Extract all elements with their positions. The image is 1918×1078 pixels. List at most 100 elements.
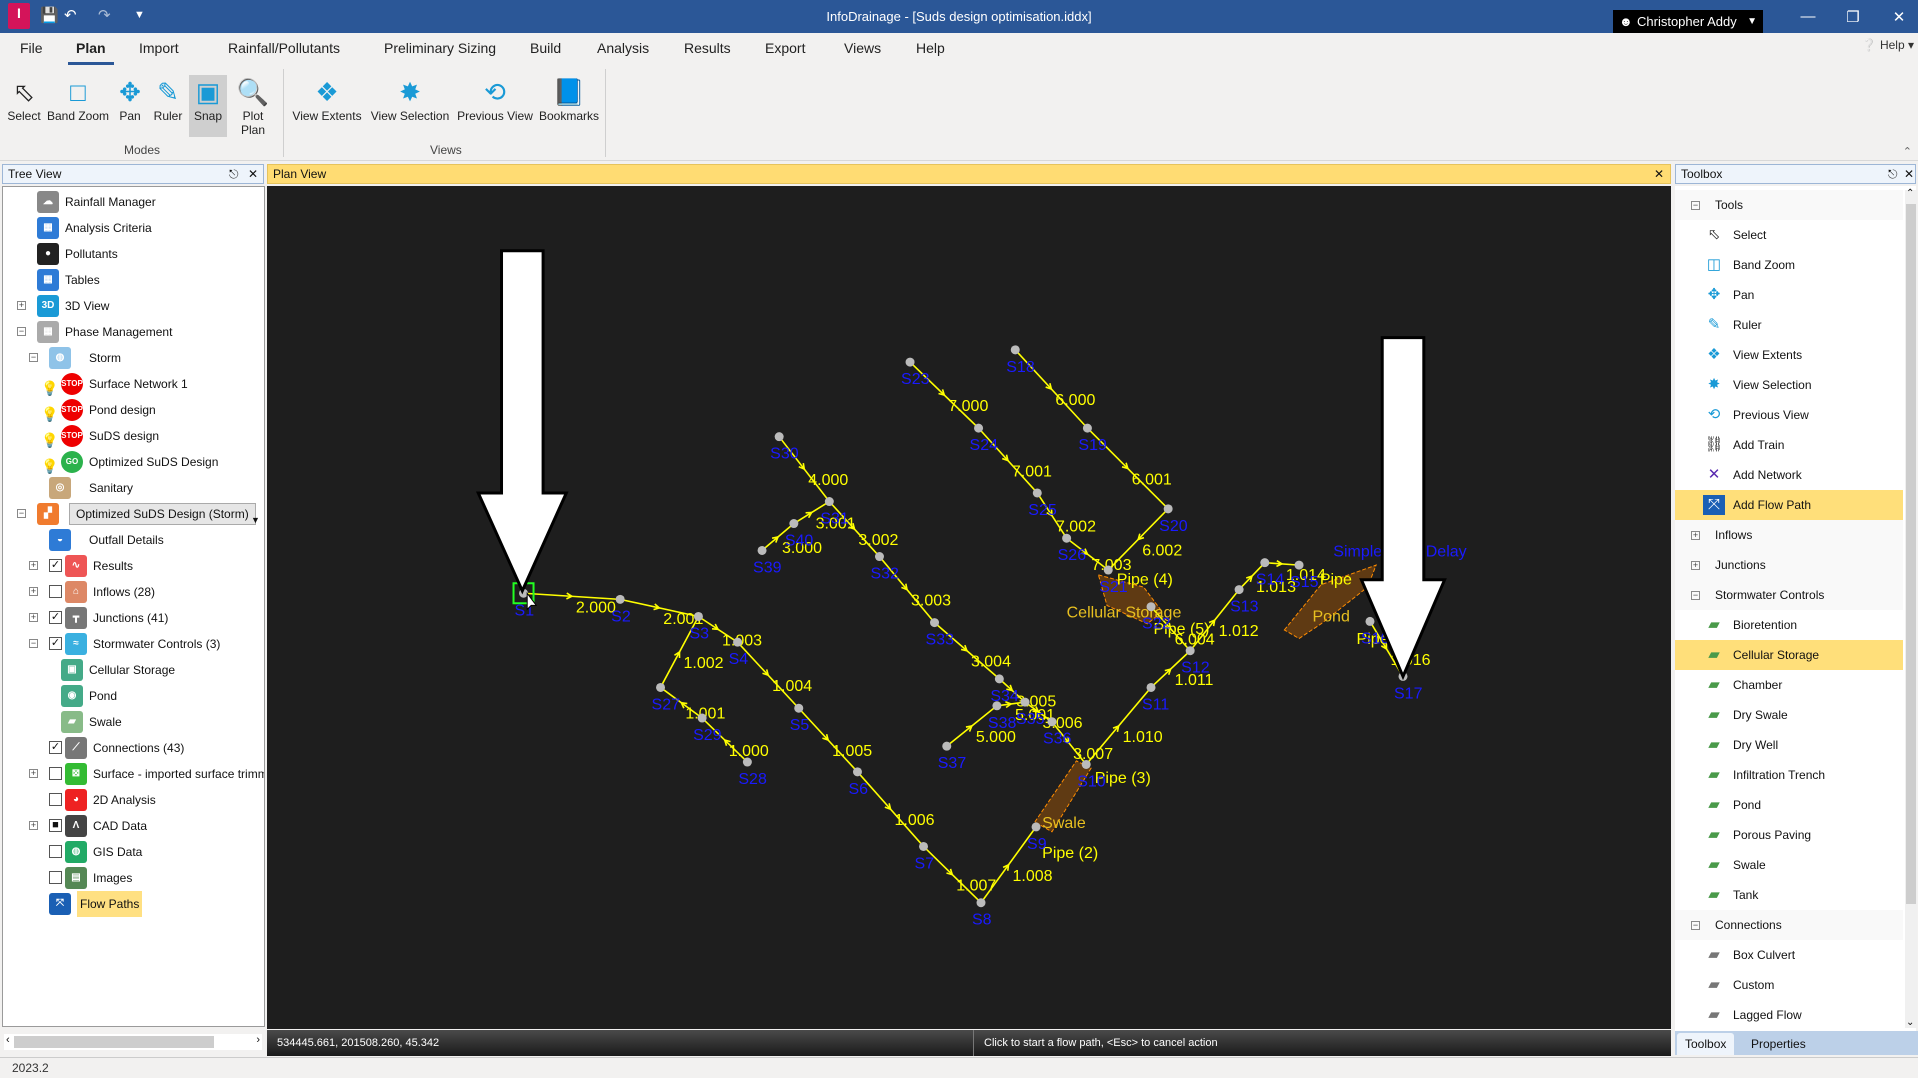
collapse-icon[interactable]: − xyxy=(1691,921,1700,930)
menu-rainfall-pollutants[interactable]: Rainfall/Pollutants xyxy=(228,40,340,56)
tree-item-flow-paths[interactable]: ⤧ Flow Paths xyxy=(3,891,263,917)
junction-S14[interactable] xyxy=(1260,558,1270,568)
minimize-button[interactable]: — xyxy=(1793,8,1823,25)
junction-S4[interactable] xyxy=(733,637,743,647)
toolbox-item-dry-well[interactable]: ▰ Dry Well xyxy=(1675,730,1903,760)
junction-S27[interactable] xyxy=(656,682,666,692)
collapse-icon[interactable]: − xyxy=(17,327,26,336)
junction-S26[interactable] xyxy=(1062,533,1072,543)
toolbox-section-connections[interactable]: − Connections xyxy=(1675,910,1903,940)
tree-item-pond[interactable]: ◉ Pond xyxy=(3,683,263,709)
tree-item-results[interactable]: + ✓ ∿ Results xyxy=(3,553,263,579)
menu-import[interactable]: Import xyxy=(139,40,179,56)
toolbox-item-porous-paving[interactable]: ▰ Porous Paving xyxy=(1675,820,1903,850)
tree-horizontal-scrollbar[interactable]: ‹ › xyxy=(4,1034,262,1050)
junction-S22[interactable] xyxy=(1146,602,1156,612)
toolbox-item-chamber[interactable]: ▰ Chamber xyxy=(1675,670,1903,700)
toolbox-section-stormwater-controls[interactable]: − Stormwater Controls xyxy=(1675,580,1903,610)
tree-item-sanitary[interactable]: ◎ Sanitary xyxy=(3,475,263,501)
toolbox-item-infiltration-trench[interactable]: ▰ Infiltration Trench xyxy=(1675,760,1903,790)
tree-item-optimized-suds-design[interactable]: 💡 GO Optimized SuDS Design xyxy=(3,449,263,475)
junction-S31[interactable] xyxy=(824,497,834,507)
tree-item-pond-design[interactable]: 💡 STOP Pond design xyxy=(3,397,263,423)
junction-S12[interactable] xyxy=(1185,646,1195,656)
junction-S23[interactable] xyxy=(905,357,915,367)
menu-analysis[interactable]: Analysis xyxy=(597,40,649,56)
junction-S11[interactable] xyxy=(1146,682,1156,692)
toolbox-item-bioretention[interactable]: ▰ Bioretention xyxy=(1675,610,1903,640)
junction-S33[interactable] xyxy=(930,618,940,628)
tree-item-swale[interactable]: ▰ Swale xyxy=(3,709,263,735)
scroll-left-icon[interactable]: ‹ xyxy=(6,1034,10,1046)
menu-build[interactable]: Build xyxy=(530,40,561,56)
tree-item-analysis-criteria[interactable]: ▦ Analysis Criteria xyxy=(3,215,263,241)
toolbox-item-view-extents[interactable]: ❖ View Extents xyxy=(1675,340,1903,370)
bookmarks-button[interactable]: 📘 Bookmarks xyxy=(538,75,600,137)
junction-S16[interactable] xyxy=(1365,616,1375,626)
visibility-checkbox[interactable]: ✓ xyxy=(49,637,62,650)
expand-icon[interactable]: + xyxy=(29,613,38,622)
tree-item-tables[interactable]: ▦ Tables xyxy=(3,267,263,293)
scrollbar-thumb[interactable] xyxy=(14,1036,214,1048)
tree-item-phase-management[interactable]: − ▦ Phase Management xyxy=(3,319,263,345)
visibility-checkbox[interactable]: ✓ xyxy=(49,741,62,754)
visibility-checkbox[interactable] xyxy=(49,793,62,806)
visibility-checkbox[interactable]: ✓ xyxy=(49,611,62,624)
band-zoom-button[interactable]: □ Band Zoom xyxy=(46,75,110,137)
junction-S30[interactable] xyxy=(774,432,784,442)
tree-item-stormwater-controls-3[interactable]: − ✓ ≈ Stormwater Controls (3) xyxy=(3,631,263,657)
toolbox-item-band-zoom[interactable]: ◫ Band Zoom xyxy=(1675,250,1903,280)
menu-preliminary-sizing[interactable]: Preliminary Sizing xyxy=(384,40,496,56)
junction-S7[interactable] xyxy=(919,841,929,851)
expand-icon[interactable]: + xyxy=(17,301,26,310)
junction-S10[interactable] xyxy=(1081,760,1091,769)
junction-S9[interactable] xyxy=(1031,822,1041,832)
toolbox-section-junctions[interactable]: + Junctions xyxy=(1675,550,1903,580)
toolbox-section-inflows[interactable]: + Inflows xyxy=(1675,520,1903,550)
toolbox-item-add-train[interactable]: ⛓ Add Train xyxy=(1675,430,1903,460)
plot-plan-button[interactable]: 🔍 Plot Plan xyxy=(229,75,277,137)
tree-item-optimized-suds-design-storm[interactable]: − ▞ Optimized SuDS Design (Storm) ▼ xyxy=(3,501,263,527)
visibility-checkbox[interactable]: ■ xyxy=(49,819,62,832)
toolbox-vertical-scrollbar[interactable]: ⌃ ⌄ xyxy=(1905,188,1917,1028)
restore-button[interactable]: ❐ xyxy=(1838,8,1868,26)
tree-item-inflows-28[interactable]: + ⌂ Inflows (28) xyxy=(3,579,263,605)
collapse-icon[interactable]: − xyxy=(1691,201,1700,210)
expand-icon[interactable]: + xyxy=(29,587,38,596)
menu-file[interactable]: File xyxy=(20,40,43,56)
tree-item-junctions-41[interactable]: + ✓ ┳ Junctions (41) xyxy=(3,605,263,631)
junction-S39[interactable] xyxy=(757,545,767,555)
toolbox-item-cellular-storage[interactable]: ▰ Cellular Storage xyxy=(1675,640,1903,670)
tree-item-2d-analysis[interactable]: ◕ 2D Analysis xyxy=(3,787,263,813)
view-extents-button[interactable]: ❖ View Extents xyxy=(289,75,365,137)
tree-item-rainfall-manager[interactable]: ☁ Rainfall Manager xyxy=(3,189,263,215)
junction-S2[interactable] xyxy=(615,594,625,604)
tree-item-images[interactable]: ▤ Images xyxy=(3,865,263,891)
pin-icon[interactable]: ⎋ xyxy=(229,165,239,183)
junction-S18[interactable] xyxy=(1010,345,1020,355)
network-drawing[interactable]: 2.0002.0011.0031.0041.0051.0061.0071.008… xyxy=(267,186,1671,1029)
junction-S35[interactable] xyxy=(1020,697,1030,707)
visibility-checkbox[interactable] xyxy=(49,767,62,780)
junction-S32[interactable] xyxy=(874,552,884,562)
tab-toolbox[interactable]: Toolbox xyxy=(1677,1033,1735,1055)
menu-help[interactable]: Help xyxy=(916,40,945,56)
junction-S25[interactable] xyxy=(1032,488,1042,498)
junction-S5[interactable] xyxy=(794,703,804,713)
tree-item-surface-imported-surface-trimmed[interactable]: + ⊠ Surface - imported surface trimmed xyxy=(3,761,264,787)
junction-S37[interactable] xyxy=(942,741,952,751)
tab-properties[interactable]: Properties xyxy=(1743,1033,1814,1055)
visibility-checkbox[interactable]: ✓ xyxy=(49,559,62,572)
toolbox-item-lagged-flow[interactable]: ▰ Lagged Flow xyxy=(1675,1000,1903,1030)
tree-item-suds-design[interactable]: 💡 STOP SuDS design xyxy=(3,423,263,449)
snap-button[interactable]: ▣ Snap xyxy=(189,75,227,137)
expand-icon[interactable]: + xyxy=(1691,531,1700,540)
expand-icon[interactable]: + xyxy=(29,561,38,570)
toolbox-item-tank[interactable]: ▰ Tank xyxy=(1675,880,1903,910)
collapse-icon[interactable]: − xyxy=(29,353,38,362)
menu-export[interactable]: Export xyxy=(765,40,805,56)
pan-button[interactable]: ✥ Pan xyxy=(114,75,146,137)
toolbox-item-pan[interactable]: ✥ Pan xyxy=(1675,280,1903,310)
toolbox-item-add-network[interactable]: ✕ Add Network xyxy=(1675,460,1903,490)
tree-item-surface-network-1[interactable]: 💡 STOP Surface Network 1 xyxy=(3,371,263,397)
